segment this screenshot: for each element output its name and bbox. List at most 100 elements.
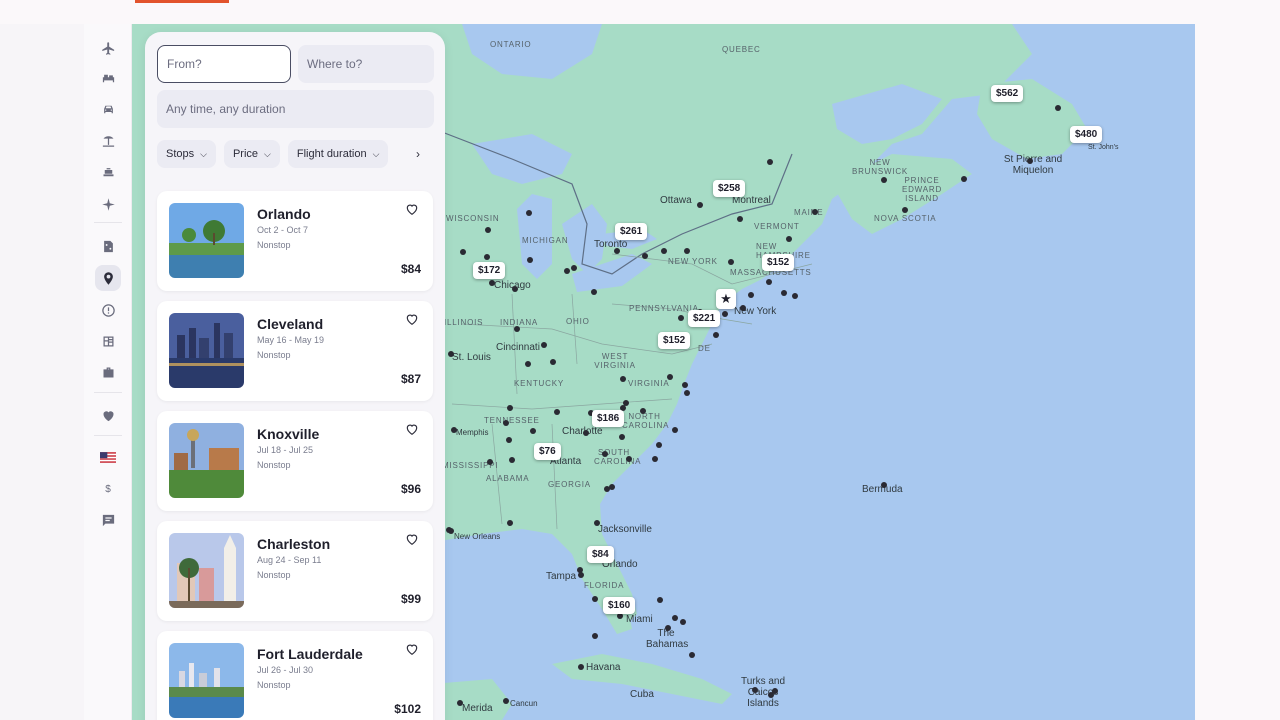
airport-dot[interactable] xyxy=(656,442,662,448)
airport-dot[interactable] xyxy=(748,292,754,298)
airport-dot[interactable] xyxy=(684,390,690,396)
airport-dot[interactable] xyxy=(602,451,608,457)
airport-dot[interactable] xyxy=(697,202,703,208)
airport-dot[interactable] xyxy=(592,596,598,602)
airport-dot[interactable] xyxy=(577,567,583,573)
airport-dot[interactable] xyxy=(509,457,515,463)
airport-dot[interactable] xyxy=(571,265,577,271)
airport-dot[interactable] xyxy=(652,456,658,462)
map-price-tag[interactable]: $84 xyxy=(587,546,614,563)
origin-star-icon[interactable]: ★ xyxy=(716,289,736,309)
airport-dot[interactable] xyxy=(526,210,532,216)
airport-dot[interactable] xyxy=(626,456,632,462)
airport-dot[interactable] xyxy=(554,409,560,415)
airport-dot[interactable] xyxy=(448,351,454,357)
airport-dot[interactable] xyxy=(767,159,773,165)
airport-dot[interactable] xyxy=(786,236,792,242)
airport-dot[interactable] xyxy=(728,259,734,265)
chevron-right-icon[interactable]: › xyxy=(407,143,429,165)
airport-dot[interactable] xyxy=(487,459,493,465)
airport-dot[interactable] xyxy=(457,700,463,706)
ai-sparkle-icon[interactable] xyxy=(98,194,118,214)
airport-dot[interactable] xyxy=(460,249,466,255)
result-card-orlando[interactable]: Orlando Oct 2 - Oct 7 Nonstop $84 xyxy=(157,191,433,291)
flights-icon[interactable] xyxy=(98,38,118,58)
map-price-tag[interactable]: $152 xyxy=(658,332,691,349)
heart-icon[interactable] xyxy=(405,422,421,438)
airport-dot[interactable] xyxy=(722,311,728,317)
result-card-fort-lauderdale[interactable]: Fort Lauderdale Jul 26 - Jul 30 Nonstop … xyxy=(157,631,433,720)
airport-dot[interactable] xyxy=(812,209,818,215)
airport-dot[interactable] xyxy=(451,427,457,433)
trains-icon[interactable] xyxy=(98,162,118,182)
currency-selector[interactable]: $ xyxy=(98,479,118,499)
airport-dot[interactable] xyxy=(609,484,615,490)
map-price-tag[interactable]: $186 xyxy=(592,410,625,427)
map-price-tag[interactable]: $172 xyxy=(473,262,506,279)
airport-dot[interactable] xyxy=(525,361,531,367)
airport-dot[interactable] xyxy=(619,434,625,440)
heart-icon[interactable] xyxy=(405,642,421,658)
heart-icon[interactable] xyxy=(405,202,421,218)
airport-dot[interactable] xyxy=(512,286,518,292)
to-field[interactable]: Where to? xyxy=(298,45,434,83)
airport-dot[interactable] xyxy=(448,528,454,534)
airport-dot[interactable] xyxy=(592,633,598,639)
airport-dot[interactable] xyxy=(672,427,678,433)
airport-dot[interactable] xyxy=(684,248,690,254)
airport-dot[interactable] xyxy=(507,520,513,526)
airport-dot[interactable] xyxy=(772,688,778,694)
airport-dot[interactable] xyxy=(485,227,491,233)
airport-dot[interactable] xyxy=(680,619,686,625)
airport-dot[interactable] xyxy=(614,248,620,254)
cars-icon[interactable] xyxy=(98,99,118,119)
heart-icon[interactable] xyxy=(405,532,421,548)
airport-dot[interactable] xyxy=(506,437,512,443)
result-card-charleston[interactable]: Charleston Aug 24 - Sep 11 Nonstop $99 xyxy=(157,521,433,621)
airport-dot[interactable] xyxy=(678,315,684,321)
from-input[interactable] xyxy=(167,57,290,71)
airport-dot[interactable] xyxy=(665,625,671,631)
vacation-icon[interactable] xyxy=(98,130,118,150)
airport-dot[interactable] xyxy=(682,382,688,388)
airport-dot[interactable] xyxy=(550,359,556,365)
heart-icon[interactable] xyxy=(405,312,421,328)
airport-dot[interactable] xyxy=(689,652,695,658)
map-price-tag[interactable]: $160 xyxy=(603,597,636,614)
airport-dot[interactable] xyxy=(594,520,600,526)
airport-dot[interactable] xyxy=(661,248,667,254)
airport-dot[interactable] xyxy=(527,257,533,263)
filter-price[interactable]: Price ⌵ xyxy=(223,140,280,168)
airport-dot[interactable] xyxy=(503,420,509,426)
result-card-knoxville[interactable]: Knoxville Jul 18 - Jul 25 Nonstop $96 xyxy=(157,411,433,511)
airport-dot[interactable] xyxy=(792,293,798,299)
feedback-icon[interactable] xyxy=(98,510,118,530)
business-icon[interactable] xyxy=(98,362,118,382)
airport-dot[interactable] xyxy=(881,177,887,183)
heart-icon[interactable] xyxy=(98,405,118,425)
airport-dot[interactable] xyxy=(578,664,584,670)
map-price-tag[interactable]: $221 xyxy=(688,310,721,327)
deals-icon[interactable] xyxy=(98,236,118,256)
airport-dot[interactable] xyxy=(591,289,597,295)
airport-dot[interactable] xyxy=(713,332,719,338)
airport-dot[interactable] xyxy=(961,176,967,182)
airport-dot[interactable] xyxy=(530,428,536,434)
date-duration-field[interactable]: Any time, any duration xyxy=(157,90,434,128)
map-price-tag[interactable]: $152 xyxy=(762,254,795,271)
hotels-icon[interactable] xyxy=(98,68,118,88)
airport-dot[interactable] xyxy=(1055,105,1061,111)
airport-dot[interactable] xyxy=(507,405,513,411)
airport-dot[interactable] xyxy=(484,254,490,260)
airport-dot[interactable] xyxy=(667,374,673,380)
airport-dot[interactable] xyxy=(781,290,787,296)
guides-icon[interactable] xyxy=(98,331,118,351)
brand-logo-strip[interactable] xyxy=(135,0,229,3)
airport-dot[interactable] xyxy=(902,207,908,213)
airport-dot[interactable] xyxy=(640,408,646,414)
from-field[interactable] xyxy=(157,45,291,83)
result-card-cleveland[interactable]: Cleveland May 16 - May 19 Nonstop $87 xyxy=(157,301,433,401)
airport-dot[interactable] xyxy=(881,482,887,488)
airport-dot[interactable] xyxy=(766,279,772,285)
airport-dot[interactable] xyxy=(740,305,746,311)
